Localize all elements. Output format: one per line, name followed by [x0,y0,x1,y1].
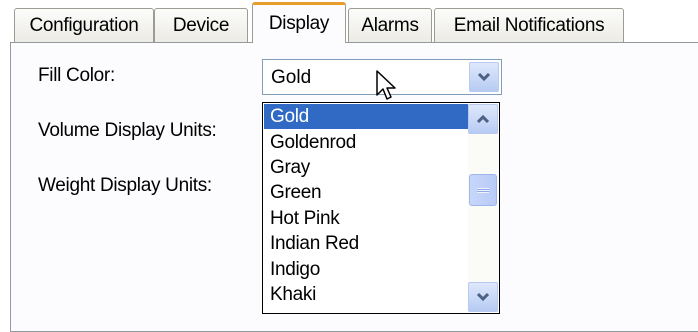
weight-display-units-label: Weight Display Units: [38,175,212,196]
list-item-goldenrod[interactable]: Goldenrod [264,130,469,155]
volume-display-units-label: Volume Display Units: [38,120,217,141]
tab-alarms[interactable]: Alarms [348,8,432,42]
chevron-down-icon [477,72,491,82]
list-item-khaki[interactable]: Khaki [264,282,469,307]
tab-strip: Configuration Device Display Alarms Emai… [0,0,698,44]
dropdown-button[interactable] [469,62,499,92]
list-scrollbar[interactable] [468,104,498,312]
tab-label: Display [268,13,330,34]
tab-configuration[interactable]: Configuration [14,8,154,42]
list-item-green[interactable]: Green [264,180,469,205]
tab-device[interactable]: Device [154,8,248,42]
list-item-gray[interactable]: Gray [264,155,469,180]
tab-email-notifications[interactable]: Email Notifications [434,8,624,42]
scroll-thumb[interactable] [469,174,497,206]
tab-label: Alarms [361,14,419,36]
tab-label: Device [172,14,230,36]
mouse-pointer-icon [376,70,396,100]
chevron-up-icon [476,114,490,124]
scroll-up-button[interactable] [468,104,498,134]
tab-display[interactable]: Display [252,2,346,43]
fill-color-value: Gold [271,67,312,88]
fill-color-label: Fill Color: [38,65,115,86]
scroll-down-button[interactable] [468,282,498,312]
grip-icon [477,188,489,193]
list-item-hot-pink[interactable]: Hot Pink [264,206,469,231]
list-item-gold[interactable]: Gold [264,104,469,129]
list-item-indigo[interactable]: Indigo [264,257,469,282]
tab-label: Configuration [29,14,139,36]
list-item-indian-red[interactable]: Indian Red [264,231,469,256]
chevron-down-icon [476,292,490,302]
fill-color-dropdown-list: Gold Goldenrod Gray Green Hot Pink India… [262,102,500,314]
tab-label: Email Notifications [453,14,605,36]
